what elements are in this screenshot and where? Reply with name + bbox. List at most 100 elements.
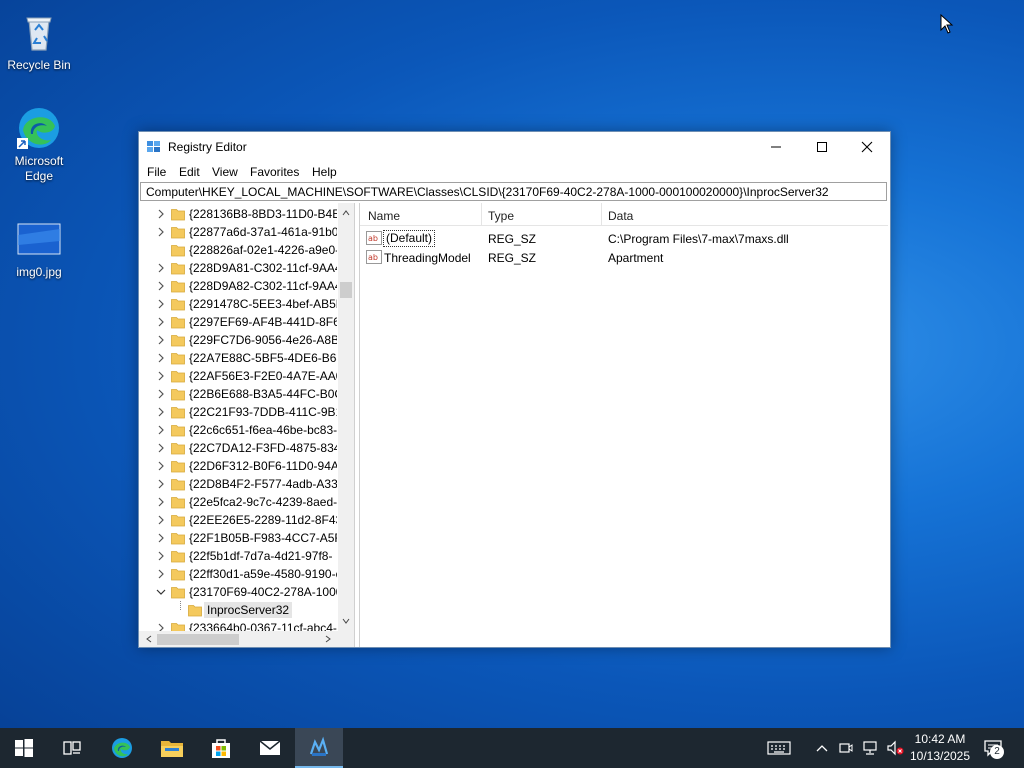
edge-taskbar-button[interactable]: [98, 728, 146, 768]
tree-subkey-item[interactable]: InprocServer32: [139, 601, 337, 619]
column-type[interactable]: Type: [488, 209, 514, 223]
scroll-up-icon[interactable]: [342, 209, 350, 217]
network-button[interactable]: [858, 728, 882, 768]
tree-key-item[interactable]: {228826af-02e1-4226-a9e0-9: [139, 241, 337, 259]
chevron-right-icon[interactable]: [156, 280, 166, 292]
tree-key-item[interactable]: {23170F69-40C2-278A-1000-: [139, 583, 337, 601]
recycle-bin-label: Recycle Bin: [7, 58, 71, 72]
close-button[interactable]: [844, 132, 890, 162]
tree-key-item[interactable]: {22AF56E3-F2E0-4A7E-AA00: [139, 367, 337, 385]
tree-key-item[interactable]: {229FC7D6-9056-4e26-A8B9: [139, 331, 337, 349]
folder-icon: [171, 623, 185, 631]
store-button[interactable]: [197, 728, 245, 768]
address-bar[interactable]: Computer\HKEY_LOCAL_MACHINE\SOFTWARE\Cla…: [140, 182, 887, 201]
tree-key-item[interactable]: {22B6E688-B3A5-44FC-B0CE: [139, 385, 337, 403]
registry-editor-taskbar-button[interactable]: [295, 728, 343, 768]
tree-key-item[interactable]: {22c6c651-f6ea-46be-bc83-: [139, 421, 337, 439]
chevron-right-icon[interactable]: [156, 334, 166, 346]
start-button[interactable]: [0, 728, 48, 768]
minimize-button[interactable]: [753, 132, 799, 162]
chevron-right-icon[interactable]: [156, 550, 166, 562]
tree-key-item[interactable]: {22D8B4F2-F577-4adb-A335: [139, 475, 337, 493]
tree-key-item[interactable]: {22A7E88C-5BF5-4DE6-B687: [139, 349, 337, 367]
tree-key-item[interactable]: {228136B8-8BD3-11D0-B4EF: [139, 205, 337, 223]
menu-favorites[interactable]: Favorites: [250, 165, 299, 179]
chevron-right-icon[interactable]: [156, 262, 166, 274]
chevron-right-icon[interactable]: [156, 388, 166, 400]
tree-key-item[interactable]: {22e5fca2-9c7c-4239-8aed-: [139, 493, 337, 511]
show-hidden-icons-button[interactable]: [810, 728, 834, 768]
tree-key-item[interactable]: {22F1B05B-F983-4CC7-A5F6: [139, 529, 337, 547]
tree-key-item[interactable]: {228D9A81-C302-11cf-9AA4: [139, 259, 337, 277]
notification-count-badge: 2: [990, 745, 1004, 759]
task-view-button[interactable]: [48, 728, 96, 768]
chevron-down-icon[interactable]: [156, 586, 166, 598]
tree-key-item[interactable]: {228D9A82-C302-11cf-9AA4: [139, 277, 337, 295]
touch-keyboard-button[interactable]: [755, 728, 803, 768]
menu-edit[interactable]: Edit: [179, 165, 200, 179]
menu-view[interactable]: View: [212, 165, 238, 179]
notifications-button[interactable]: 2: [976, 728, 1012, 768]
tree-vertical-scrollbar[interactable]: [338, 203, 354, 631]
tree-key-item[interactable]: {22C7DA12-F3FD-4875-8344: [139, 439, 337, 457]
chevron-right-icon[interactable]: [156, 406, 166, 418]
tree-key-item[interactable]: {22ff30d1-a59e-4580-9190-c: [139, 565, 337, 583]
chevron-right-icon[interactable]: [156, 442, 166, 454]
tree-key-item[interactable]: {2297EF69-AF4B-441D-8F63: [139, 313, 337, 331]
column-divider[interactable]: [481, 203, 482, 225]
chevron-right-icon[interactable]: [156, 316, 166, 328]
folder-icon: [171, 425, 185, 437]
scroll-left-icon[interactable]: [145, 635, 153, 643]
tree-key-item[interactable]: {22f5b1df-7d7a-4d21-97f8-: [139, 547, 337, 565]
tree-key-item[interactable]: {2291478C-5EE3-4bef-AB5D: [139, 295, 337, 313]
chevron-right-icon[interactable]: [156, 514, 166, 526]
tree-horizontal-scroll-thumb[interactable]: [157, 634, 239, 645]
mail-button[interactable]: [246, 728, 294, 768]
recycle-bin-desktop-icon[interactable]: Recycle Bin: [4, 8, 74, 73]
chevron-right-icon[interactable]: [156, 568, 166, 580]
tree-key-item[interactable]: {22D6F312-B0F6-11D0-94AE: [139, 457, 337, 475]
chevron-right-icon[interactable]: [156, 622, 166, 631]
chevron-right-icon[interactable]: [156, 460, 166, 472]
chevron-right-icon[interactable]: [156, 352, 166, 364]
image-file-icon: [17, 223, 61, 255]
column-name[interactable]: Name: [368, 209, 400, 223]
scroll-right-icon[interactable]: [324, 635, 332, 643]
chevron-right-icon[interactable]: [156, 226, 166, 238]
tree-horizontal-scrollbar[interactable]: [139, 631, 354, 647]
chevron-right-icon[interactable]: [156, 208, 166, 220]
chevron-right-icon[interactable]: [156, 496, 166, 508]
chevron-right-icon[interactable]: [156, 370, 166, 382]
clock-button[interactable]: 10:42 AM 10/13/2025: [906, 728, 974, 768]
value-row[interactable]: ab ThreadingModel REG_SZ Apartment: [360, 248, 888, 267]
tree-key-item[interactable]: {233664b0-0367-11cf-abc4-: [139, 619, 337, 631]
image-file-desktop-icon[interactable]: img0.jpg: [4, 215, 74, 280]
file-explorer-button[interactable]: [148, 728, 196, 768]
column-data[interactable]: Data: [608, 209, 633, 223]
menu-file[interactable]: File: [147, 165, 166, 179]
title-bar[interactable]: Registry Editor: [139, 132, 890, 162]
chevron-right-icon[interactable]: [156, 424, 166, 436]
chevron-right-icon[interactable]: [156, 532, 166, 544]
column-divider[interactable]: [601, 203, 602, 225]
maximize-button[interactable]: [799, 132, 845, 162]
tree-key-item[interactable]: {22C21F93-7DDB-411C-9B17: [139, 403, 337, 421]
value-row[interactable]: ab (Default) REG_SZ C:\Program Files\7-m…: [360, 229, 888, 248]
image-file-label: img0.jpg: [16, 265, 62, 279]
network-icon: [863, 741, 877, 755]
folder-icon: [171, 263, 185, 275]
tree-key-item[interactable]: {22877a6d-37a1-461a-91b0-: [139, 223, 337, 241]
tree-item-label: {22EE26E5-2289-11d2-8F43-: [189, 513, 337, 527]
tree-item-label: {22D8B4F2-F577-4adb-A335: [189, 477, 337, 491]
edge-desktop-icon[interactable]: Microsoft Edge: [4, 104, 74, 184]
value-type: REG_SZ: [488, 251, 537, 265]
volume-button[interactable]: [882, 728, 908, 768]
value-data: C:\Program Files\7-max\7maxs.dll: [608, 232, 789, 246]
scroll-down-icon[interactable]: [342, 617, 350, 625]
menu-help[interactable]: Help: [312, 165, 337, 179]
tree-key-item[interactable]: {22EE26E5-2289-11d2-8F43-: [139, 511, 337, 529]
chevron-right-icon[interactable]: [156, 478, 166, 490]
meet-now-button[interactable]: [834, 728, 858, 768]
tree-vertical-scroll-thumb[interactable]: [340, 282, 352, 298]
chevron-right-icon[interactable]: [156, 298, 166, 310]
